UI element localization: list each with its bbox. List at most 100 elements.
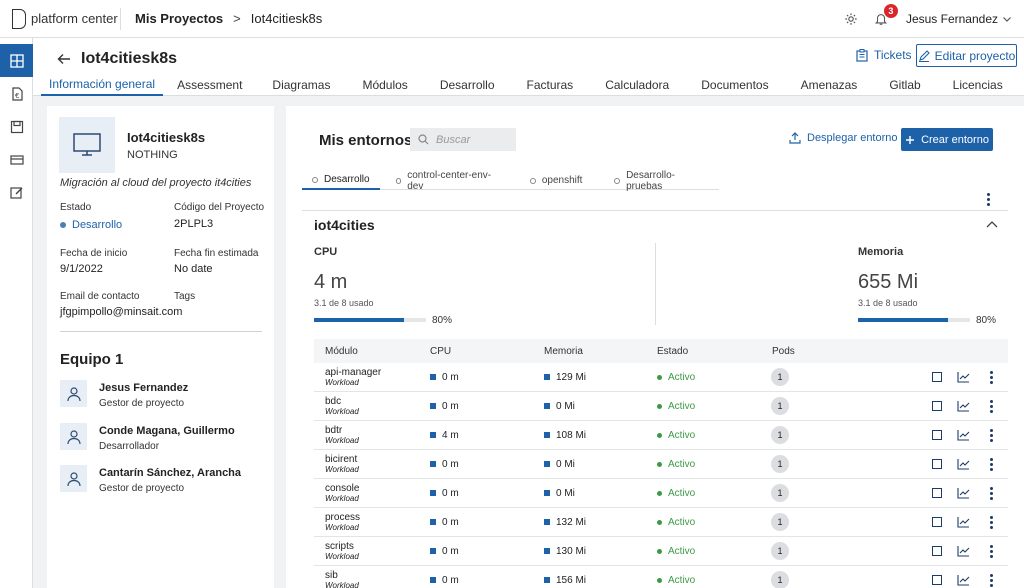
module-name[interactable]: api-manager [325,367,430,378]
line-chart-icon[interactable] [957,545,970,557]
table-row[interactable]: bdtr Workload 4 m 108 Mi Activo 1 [314,421,1008,450]
line-chart-icon[interactable] [957,429,970,441]
row-menu-kebab-icon[interactable] [989,544,993,559]
tab-calculadora[interactable]: Calculadora [589,73,685,96]
platform-logo[interactable]: platform center [12,8,120,29]
table-row[interactable]: bicirent Workload 0 m 0 Mi Activo 1 [314,450,1008,479]
chevron-down-icon[interactable] [1002,14,1012,24]
line-chart-icon[interactable] [957,516,970,528]
deploy-environment-link[interactable]: Desplegar entorno [789,132,898,144]
user-menu-name[interactable]: Jesus Fernandez [906,12,998,26]
open-square-icon[interactable] [932,401,942,411]
settings-button[interactable] [842,10,860,28]
open-square-icon[interactable] [932,430,942,440]
row-menu-kebab-icon[interactable] [989,486,993,501]
module-name[interactable]: sib [325,570,430,581]
team-member[interactable]: Conde Magana, Guillermo Desarrollador [60,423,270,457]
module-name[interactable]: scripts [325,541,430,552]
actions-cell [882,537,1008,565]
memory-progress-bar [858,318,970,322]
line-chart-icon[interactable] [957,371,970,383]
rail-item-billing[interactable]: € [0,77,33,110]
module-name[interactable]: console [325,483,430,494]
env-tab-label: Desarrollo [324,174,370,185]
env-tab-control-center[interactable]: control-center-env-dev [380,170,514,192]
table-row[interactable]: process Workload 0 m 132 Mi Activo 1 [314,508,1008,537]
line-chart-icon[interactable] [957,458,970,470]
member-name: Jesus Fernandez [99,382,189,394]
user-icon [66,386,81,401]
ring-icon [529,177,536,184]
env-tab-openshift[interactable]: openshift [514,171,599,190]
user-icon [66,471,81,486]
tab-facturas[interactable]: Facturas [511,73,590,96]
tab-assessment[interactable]: Assessment [163,73,256,96]
tickets-link[interactable]: Tickets [856,48,912,62]
create-environment-button[interactable]: Crear entorno [901,128,993,151]
rail-item-edit[interactable] [0,176,33,209]
fecha-inicio-value: 9/1/2022 [60,263,103,275]
rail-item-storage[interactable] [0,110,33,143]
module-name[interactable]: process [325,512,430,523]
table-row[interactable]: console Workload 0 m 0 Mi Activo 1 [314,479,1008,508]
status-cell: Activo [657,517,772,528]
tab-modulos[interactable]: Módulos [346,73,423,96]
tab-gitlab[interactable]: Gitlab [873,73,936,96]
environments-title: Mis entornos [319,132,413,149]
row-menu-kebab-icon[interactable] [989,370,993,385]
line-chart-icon[interactable] [957,400,970,412]
memory-cell: 129 Mi [544,372,657,383]
pods-count: 1 [771,368,789,386]
open-square-icon[interactable] [932,517,942,527]
team-member[interactable]: Jesus Fernandez Gestor de proyecto [60,380,270,414]
module-cell: sib Workload [314,570,430,588]
memory-square-icon [544,373,550,380]
environment-menu-kebab-icon[interactable] [986,192,990,207]
codigo-value: 2PLPL3 [174,218,214,230]
tab-desarrollo[interactable]: Desarrollo [424,73,511,96]
chevron-up-icon[interactable] [986,220,998,228]
open-square-icon[interactable] [932,488,942,498]
open-square-icon[interactable] [932,575,942,585]
table-row[interactable]: api-manager Workload 0 m 129 Mi Activo 1 [314,363,1008,392]
tab-licencias[interactable]: Licencias [937,73,1019,96]
open-square-icon[interactable] [932,459,942,469]
cpu-cell-value: 0 m [442,487,459,499]
open-square-icon[interactable] [932,546,942,556]
tags-label: Tags [174,291,196,302]
line-chart-icon[interactable] [957,574,970,586]
table-row[interactable]: bdc Workload 0 m 0 Mi Activo 1 [314,392,1008,421]
tab-informacion-general[interactable]: Información general [41,73,164,96]
env-tab-desarrollo[interactable]: Desarrollo [302,171,380,190]
arrow-left-icon[interactable] [57,53,71,65]
cpu-square-icon [430,402,436,409]
row-menu-kebab-icon[interactable] [989,399,993,414]
tab-amenazas[interactable]: Amenazas [785,73,874,96]
breadcrumb-root[interactable]: Mis Proyectos [135,11,223,26]
search-input[interactable]: Buscar [410,128,516,151]
edit-project-button[interactable]: Editar proyecto [916,44,1017,67]
tab-diagramas[interactable]: Diagramas [256,73,346,96]
env-tab-desarrollo-pruebas[interactable]: Desarrollo-pruebas [598,170,719,192]
memory-usage-text: 3.1 de 8 usado [858,298,918,308]
team-title: Equipo 1 [60,351,124,368]
module-name[interactable]: bicirent [325,454,430,465]
tab-documentos[interactable]: Documentos [685,73,784,96]
row-menu-kebab-icon[interactable] [989,428,993,443]
team-member[interactable]: Cantarín Sánchez, Arancha Gestor de proy… [60,465,270,499]
row-menu-kebab-icon[interactable] [989,573,993,588]
row-menu-kebab-icon[interactable] [989,515,993,530]
row-menu-kebab-icon[interactable] [989,457,993,472]
module-name[interactable]: bdtr [325,425,430,436]
table-row[interactable]: scripts Workload 0 m 130 Mi Activo 1 [314,537,1008,566]
rail-item-dashboard[interactable] [0,44,33,77]
module-name[interactable]: bdc [325,396,430,407]
line-chart-icon[interactable] [957,487,970,499]
table-row[interactable]: sib Workload 0 m 156 Mi Activo 1 [314,566,1008,588]
cpu-square-icon [430,373,436,380]
open-square-icon[interactable] [932,372,942,382]
rail-item-cards[interactable] [0,143,33,176]
notifications-button[interactable]: 3 [872,4,898,28]
cpu-square-icon [430,460,436,467]
memory-cell-value: 132 Mi [556,516,587,528]
